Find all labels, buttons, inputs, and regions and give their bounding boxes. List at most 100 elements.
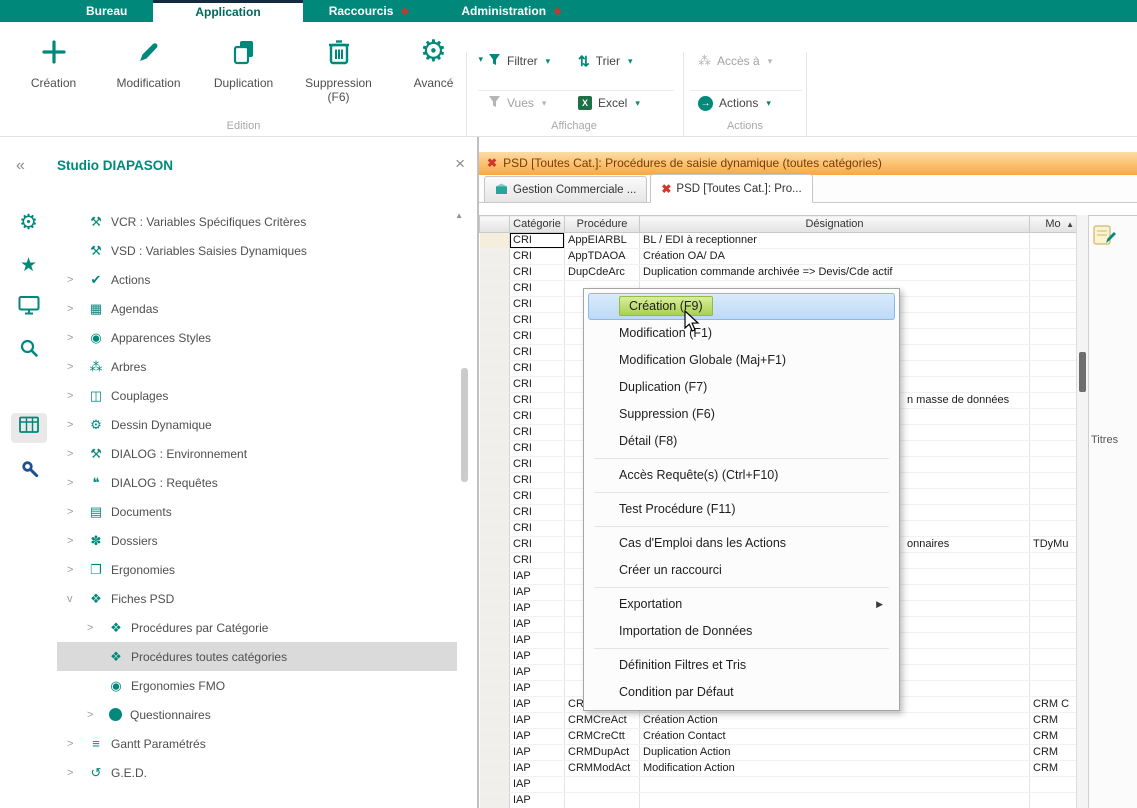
cell-categorie[interactable]: CRI	[510, 329, 565, 345]
cell-modele[interactable]	[1030, 345, 1077, 361]
sidebar-tree-item[interactable]: > ◫ Couplages	[57, 381, 457, 410]
cell-modele[interactable]	[1030, 249, 1077, 265]
cell-procedure[interactable]: DupCdeArc	[565, 265, 640, 281]
row-selector-cell[interactable]	[480, 617, 510, 633]
trier-button[interactable]: ⇅ Trier ▾	[578, 46, 632, 76]
tab-psd-toutes-categories[interactable]: ✖ PSD [Toutes Cat.]: Pro...	[650, 174, 812, 203]
actions-button[interactable]: → Actions ▾	[698, 88, 771, 118]
chevron-icon[interactable]: >	[57, 448, 85, 460]
row-selector-cell[interactable]	[480, 697, 510, 713]
cell-modele[interactable]	[1030, 649, 1077, 665]
context-menu-item[interactable]: Définition Filtres et Tris	[588, 652, 895, 679]
cell-categorie[interactable]: IAP	[510, 745, 565, 761]
cell-procedure[interactable]	[565, 793, 640, 808]
row-selector-cell[interactable]	[480, 681, 510, 697]
sidebar-tree-item[interactable]: > ↺ G.E.D.	[57, 758, 457, 787]
row-selector-cell[interactable]	[480, 585, 510, 601]
cell-categorie[interactable]: IAP	[510, 665, 565, 681]
row-selector-cell[interactable]	[480, 649, 510, 665]
sidebar-scrollbar-thumb[interactable]	[461, 368, 468, 482]
cell-categorie[interactable]: CRI	[510, 249, 565, 265]
cell-procedure[interactable]: CRMCreAct	[565, 713, 640, 729]
row-selector-cell[interactable]	[480, 345, 510, 361]
tab-gestion-commerciale[interactable]: Gestion Commerciale ...	[484, 176, 647, 202]
vues-button[interactable]: Vues ▾	[488, 88, 546, 118]
cell-designation[interactable]: Duplication commande archivée => Devis/C…	[640, 265, 1030, 281]
sidebar-tree-item[interactable]: > ❝ DIALOG : Requêtes	[57, 468, 457, 497]
cell-modele[interactable]: CRM	[1030, 729, 1077, 745]
chevron-icon[interactable]: >	[57, 361, 85, 373]
menubar-tab-raccourcis[interactable]: Raccourcis❖	[303, 0, 436, 22]
sidebar-tree-item[interactable]: > ▦ Agendas	[57, 294, 457, 323]
cell-modele[interactable]	[1030, 505, 1077, 521]
grid-scrollbar-thumb[interactable]	[1079, 352, 1086, 392]
acces-a-button[interactable]: ⁂ Accès à ▾	[698, 46, 772, 76]
sidebar-tree-item[interactable]: > ▤ Documents	[57, 497, 457, 526]
chevron-icon[interactable]: >	[57, 767, 85, 779]
cell-categorie[interactable]: CRI	[510, 297, 565, 313]
context-menu-item[interactable]: Modification (F1)	[588, 320, 895, 347]
settings-rail-button[interactable]: ⚙	[11, 207, 47, 237]
row-selector-cell[interactable]	[480, 281, 510, 297]
cell-categorie[interactable]: CRI	[510, 377, 565, 393]
row-selector-cell[interactable]	[480, 745, 510, 761]
cell-designation[interactable]: Modification Action	[640, 761, 1030, 777]
cell-categorie[interactable]: CRI	[510, 521, 565, 537]
duplication-button[interactable]: Duplication	[196, 30, 291, 104]
context-menu-item[interactable]: Créer un raccourci	[588, 557, 895, 584]
cell-categorie[interactable]: CRI	[510, 489, 565, 505]
chevron-icon[interactable]: >	[77, 709, 105, 721]
cell-modele[interactable]	[1030, 457, 1077, 473]
context-menu-item[interactable]: Suppression (F6)	[588, 401, 895, 428]
table-row[interactable]: IAP CRMDupAct Duplication Action CRM	[480, 745, 1077, 761]
context-menu-item[interactable]	[594, 526, 889, 527]
cell-modele[interactable]	[1030, 681, 1077, 697]
cell-categorie[interactable]: IAP	[510, 793, 565, 808]
cell-modele[interactable]: CRM	[1030, 745, 1077, 761]
cell-modele[interactable]	[1030, 617, 1077, 633]
cell-procedure[interactable]: AppEIARBL	[565, 233, 640, 249]
row-selector-cell[interactable]	[480, 761, 510, 777]
cell-categorie[interactable]: CRI	[510, 313, 565, 329]
search-rail-button[interactable]	[11, 336, 47, 366]
context-menu-item[interactable]	[594, 458, 889, 459]
cell-categorie[interactable]: IAP	[510, 681, 565, 697]
cell-modele[interactable]	[1030, 329, 1077, 345]
row-selector-cell[interactable]	[480, 457, 510, 473]
sidebar-tree-item[interactable]: > ❐ Ergonomies	[57, 555, 457, 584]
row-selector-cell[interactable]	[480, 233, 510, 249]
cell-categorie[interactable]: CRI	[510, 233, 565, 249]
row-selector-cell[interactable]	[480, 393, 510, 409]
cell-categorie[interactable]: CRI	[510, 553, 565, 569]
row-selector-cell[interactable]	[480, 361, 510, 377]
cell-procedure[interactable]: CRMModAct	[565, 761, 640, 777]
suppression-button[interactable]: Suppression (F6)	[291, 30, 386, 104]
cell-modele[interactable]: CRM	[1030, 713, 1077, 729]
cell-modele[interactable]	[1030, 665, 1077, 681]
cell-designation[interactable]	[640, 777, 1030, 793]
row-selector-cell[interactable]	[480, 633, 510, 649]
cell-modele[interactable]: CRM	[1030, 761, 1077, 777]
cell-modele[interactable]	[1030, 793, 1077, 808]
table-row[interactable]: IAP CRMCreCtt Création Contact CRM	[480, 729, 1077, 745]
tree-scroll-up-icon[interactable]: ▲	[455, 211, 463, 220]
context-menu-item[interactable]: Test Procédure (F11)	[588, 496, 895, 523]
cell-categorie[interactable]: IAP	[510, 633, 565, 649]
chevron-icon[interactable]: >	[57, 303, 85, 315]
inspect-rail-button[interactable]	[11, 456, 47, 486]
header-categorie[interactable]: Catégorie	[510, 216, 565, 233]
cell-categorie[interactable]: IAP	[510, 713, 565, 729]
cell-categorie[interactable]: CRI	[510, 393, 565, 409]
cell-categorie[interactable]: CRI	[510, 361, 565, 377]
cell-modele[interactable]	[1030, 473, 1077, 489]
menubar-tab-application[interactable]: Application	[153, 0, 302, 22]
row-selector-cell[interactable]	[480, 329, 510, 345]
row-selector-cell[interactable]	[480, 425, 510, 441]
sidebar-tree-item[interactable]: ❖ Procédures toutes catégories	[57, 642, 457, 671]
context-menu-item[interactable]	[594, 648, 889, 649]
row-selector-cell[interactable]	[480, 441, 510, 457]
grid-vertical-scrollbar[interactable]	[1076, 215, 1088, 808]
cell-procedure[interactable]: CRMDupAct	[565, 745, 640, 761]
chevron-icon[interactable]: >	[57, 477, 85, 489]
cell-modele[interactable]	[1030, 297, 1077, 313]
